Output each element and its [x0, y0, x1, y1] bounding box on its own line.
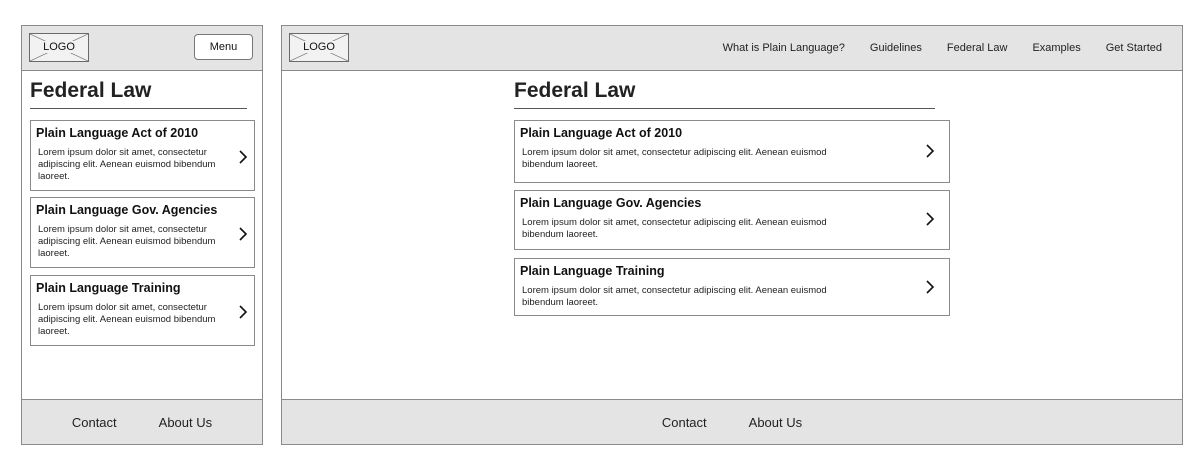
- card-title: Plain Language Act of 2010: [36, 126, 199, 140]
- logo[interactable]: LOGO: [289, 33, 349, 62]
- card-description: Lorem ipsum dolor sit amet, consectetur …: [522, 285, 827, 308]
- list-item[interactable]: Plain Language Training Lorem ipsum dolo…: [30, 275, 255, 346]
- nav-item-guidelines[interactable]: Guidelines: [870, 42, 922, 54]
- menu-button[interactable]: Menu: [194, 34, 253, 60]
- footer-link-about[interactable]: About Us: [749, 415, 802, 430]
- footer-link-contact[interactable]: Contact: [72, 415, 117, 430]
- chevron-right-icon: [238, 304, 248, 320]
- desktop-wireframe: LOGO What is Plain Language? Guidelines …: [281, 25, 1183, 445]
- title-divider: [30, 108, 247, 109]
- card-description: Lorem ipsum dolor sit amet, consectetur …: [38, 302, 216, 337]
- chevron-right-icon: [238, 149, 248, 165]
- list-item[interactable]: Plain Language Gov. Agencies Lorem ipsum…: [514, 190, 950, 250]
- page-title: Federal Law: [30, 79, 152, 102]
- card-title: Plain Language Gov. Agencies: [520, 196, 702, 210]
- card-description: Lorem ipsum dolor sit amet, consectetur …: [522, 217, 827, 240]
- nav-item-examples[interactable]: Examples: [1032, 42, 1080, 54]
- mobile-wireframe: LOGO Menu Federal Law Plain Language Act…: [21, 25, 263, 445]
- chevron-right-icon: [238, 226, 248, 242]
- list-item[interactable]: Plain Language Training Lorem ipsum dolo…: [514, 258, 950, 316]
- footer-link-about[interactable]: About Us: [159, 415, 212, 430]
- list-item[interactable]: Plain Language Gov. Agencies Lorem ipsum…: [30, 197, 255, 268]
- card-title: Plain Language Training: [36, 281, 181, 295]
- desktop-header: LOGO What is Plain Language? Guidelines …: [282, 26, 1182, 71]
- card-title: Plain Language Training: [520, 264, 665, 278]
- nav-item-federal-law[interactable]: Federal Law: [947, 42, 1008, 54]
- list-item[interactable]: Plain Language Act of 2010 Lorem ipsum d…: [514, 120, 950, 183]
- logo-label: LOGO: [301, 41, 337, 53]
- chevron-right-icon: [925, 143, 935, 159]
- card-description: Lorem ipsum dolor sit amet, consectetur …: [38, 224, 216, 259]
- page-title: Federal Law: [514, 79, 636, 102]
- title-divider: [514, 108, 935, 109]
- nav-item-what-is-plain-language[interactable]: What is Plain Language?: [723, 42, 845, 54]
- nav-item-get-started[interactable]: Get Started: [1106, 42, 1162, 54]
- main-nav: What is Plain Language? Guidelines Feder…: [723, 26, 1182, 70]
- mobile-footer: Contact About Us: [22, 399, 262, 444]
- chevron-right-icon: [925, 211, 935, 227]
- chevron-right-icon: [925, 279, 935, 295]
- card-title: Plain Language Act of 2010: [520, 126, 683, 140]
- mobile-header: LOGO Menu: [22, 26, 262, 71]
- logo-label: LOGO: [41, 41, 77, 53]
- card-description: Lorem ipsum dolor sit amet, consectetur …: [38, 147, 216, 182]
- list-item[interactable]: Plain Language Act of 2010 Lorem ipsum d…: [30, 120, 255, 191]
- desktop-footer: Contact About Us: [282, 399, 1182, 444]
- logo[interactable]: LOGO: [29, 33, 89, 62]
- footer-link-contact[interactable]: Contact: [662, 415, 707, 430]
- card-description: Lorem ipsum dolor sit amet, consectetur …: [522, 147, 827, 170]
- card-title: Plain Language Gov. Agencies: [36, 203, 218, 217]
